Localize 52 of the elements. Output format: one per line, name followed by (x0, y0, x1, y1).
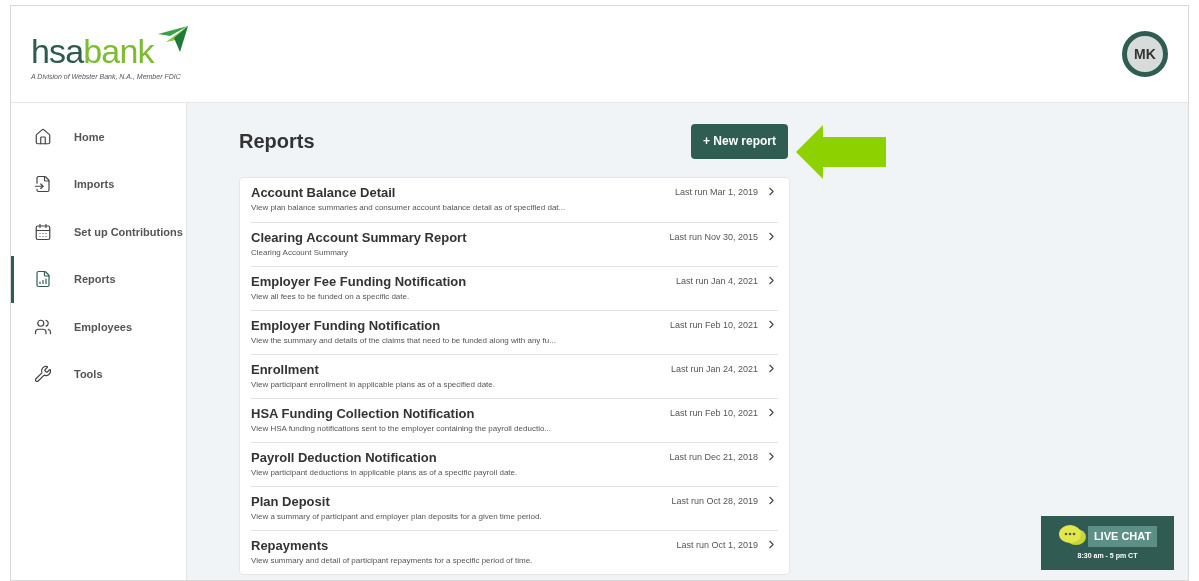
report-title: HSA Funding Collection Notification (251, 405, 476, 423)
nav-item[interactable]: Tools (11, 350, 186, 398)
last-run-date: Last run Nov 30, 2015 (669, 231, 758, 244)
report-title: Account Balance Detail (251, 184, 397, 202)
report-title: Clearing Account Summary Report (251, 229, 468, 247)
report-description: View a summary of participant and employer plan deposits for a given time period. (251, 511, 543, 523)
last-run-date: Last run Jan 4, 2021 (675, 275, 758, 288)
report-title: Plan Deposit (251, 493, 331, 511)
report-description: View participant enrollment in applicable plans as of a specified date. (251, 379, 496, 391)
import-icon (34, 175, 52, 194)
last-run-date: Last run Mar 1, 2019 (674, 186, 758, 199)
report-icon (34, 270, 52, 289)
last-run-date: Last run Oct 28, 2019 (671, 495, 758, 508)
last-run-date: Last run Dec 21, 2018 (669, 451, 758, 464)
report-row[interactable]: Account Balance Detail View plan balance summaries and consumer account balance detail as of specified dat... Last run Mar 1, 2019 (251, 178, 778, 222)
people-icon (34, 317, 52, 336)
last-run-date: Last run Feb 10, 2021 (669, 319, 758, 332)
report-title: Payroll Deduction Notification (251, 449, 438, 467)
report-description: View summary and detail of participant repayments for a specific period of time. (251, 555, 534, 567)
report-title: Enrollment (251, 361, 320, 379)
report-row[interactable]: Payroll Deduction Notification View participant deductions in applicable plans as of a specific payroll date. Last run Dec 21, 2018 (251, 442, 778, 486)
report-title: Employer Fee Funding Notification (251, 273, 468, 291)
page-title: Reports (239, 129, 315, 154)
report-title: Repayments (251, 537, 330, 555)
tools-icon (34, 365, 52, 384)
report-row[interactable]: HSA Funding Collection Notification View HSA funding notifications sent to the employer containing the payroll deductio... Last run Feb 10, 2021 (251, 398, 778, 442)
nav-item[interactable]: Imports (11, 160, 186, 208)
report-row[interactable]: Employer Funding Notification View the summary and details of the claims that need to be funded along with any fu... Last run Feb 10, 2021 (251, 310, 778, 354)
nav-item[interactable]: Home (11, 113, 186, 161)
report-row[interactable]: Repayments View summary and detail of participant repayments for a specific period of time. Last run Oct 1, 2019 (251, 530, 778, 574)
user-avatar[interactable]: MK (1122, 31, 1168, 77)
home-icon (34, 127, 52, 146)
report-row[interactable]: Plan Deposit View a summary of participant and employer plan deposits for a given time period. Last run Oct 28, 2019 (251, 486, 778, 530)
last-run-date: Last run Feb 10, 2021 (669, 407, 758, 420)
new-report-button[interactable]: + New report (690, 123, 788, 159)
report-description: View the summary and details of the claims that need to be funded along with any fu... (251, 335, 557, 347)
report-row[interactable]: Clearing Account Summary Report Clearing Account Summary Last run Nov 30, 2015 (251, 222, 778, 266)
report-row[interactable]: Employer Fee Funding Notification View all fees to be funded on a specific date. Last run Jan 4, 2021 (251, 266, 778, 310)
logo-text: hsabank (31, 33, 154, 68)
nav-item[interactable]: Employees (11, 303, 186, 351)
report-row[interactable]: Enrollment View participant enrollment in applicable plans as of a specified date. Last run Jan 24, 2021 (251, 354, 778, 398)
report-description: Clearing Account Summary (251, 247, 349, 259)
calendar-icon (34, 222, 52, 241)
report-title: Employer Funding Notification (251, 317, 442, 335)
report-description: View participant deductions in applicable plans as of a specific payroll date. (251, 467, 519, 479)
last-run-date: Last run Oct 1, 2019 (676, 539, 758, 552)
live-chat-label: LIVE CHAT (1087, 526, 1158, 547)
report-description: View HSA funding notifications sent to the employer containing the payroll deductio... (251, 423, 553, 435)
nav-item[interactable]: Set up Contributions (11, 208, 186, 256)
report-description: View all fees to be funded on a specific date. (251, 291, 411, 303)
report-description: View plan balance summaries and consumer account balance detail as of specified dat... (251, 202, 567, 214)
last-run-date: Last run Jan 24, 2021 (670, 363, 758, 376)
